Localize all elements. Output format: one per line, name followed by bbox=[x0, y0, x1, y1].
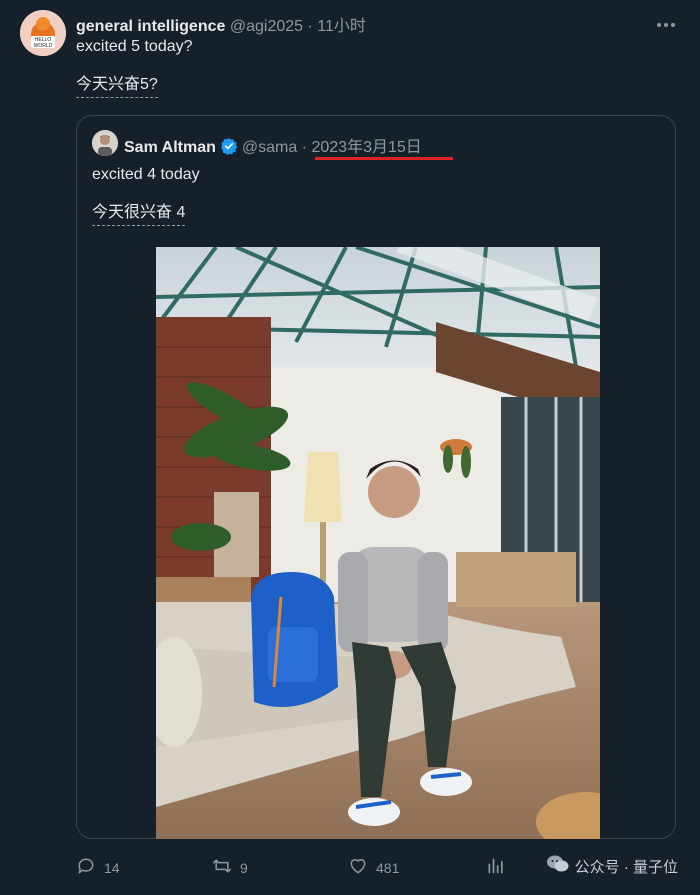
author-avatar[interactable]: HELLO WORLD bbox=[20, 10, 66, 56]
retweet-button[interactable]: 9 bbox=[212, 856, 248, 879]
like-count: 481 bbox=[376, 859, 400, 876]
quote-author-name[interactable]: Sam Altman bbox=[124, 139, 216, 156]
separator-dot: · bbox=[307, 18, 313, 35]
tweet-text: excited 5 today? bbox=[76, 38, 193, 55]
author-handle[interactable]: @agi2025 bbox=[230, 18, 303, 35]
quote-header: Sam Altman @sama · 2023年3月15日 bbox=[124, 133, 422, 160]
svg-text:WORLD: WORLD bbox=[34, 43, 53, 49]
watermark-text: 公众号 · 量子位 bbox=[574, 858, 678, 876]
analytics-button[interactable] bbox=[486, 856, 506, 879]
quote-date[interactable]: 2023年3月15日 bbox=[311, 139, 421, 156]
more-icon[interactable] bbox=[656, 12, 676, 33]
retweet-icon bbox=[212, 856, 232, 879]
action-bar: 14 9 481 公众号 · 量子位 bbox=[0, 850, 700, 884]
quote-text: excited 4 today bbox=[92, 166, 200, 183]
like-button[interactable]: 481 bbox=[348, 856, 399, 879]
watermark: 公众号 · 量子位 bbox=[546, 854, 678, 878]
quote-author-handle[interactable]: @sama bbox=[242, 139, 297, 156]
verified-badge-icon bbox=[220, 137, 238, 160]
tweet-header: general intelligence @agi2025 · 11小时 bbox=[76, 12, 366, 36]
quoted-tweet[interactable]: Sam Altman @sama · 2023年3月15日 excited 4 t… bbox=[76, 115, 676, 839]
author-name[interactable]: general intelligence bbox=[76, 18, 225, 35]
tweet-time[interactable]: 11小时 bbox=[317, 18, 366, 35]
quote-separator-dot: · bbox=[301, 139, 308, 156]
quote-translation[interactable]: 今天很兴奋 4 bbox=[92, 198, 186, 226]
retweet-count: 9 bbox=[240, 859, 248, 876]
analytics-icon bbox=[486, 856, 506, 879]
reply-count: 14 bbox=[104, 859, 120, 876]
wechat-icon bbox=[546, 854, 569, 878]
quote-author-avatar[interactable] bbox=[92, 130, 118, 156]
like-icon bbox=[348, 856, 368, 879]
reply-button[interactable]: 14 bbox=[76, 856, 120, 879]
quote-photo[interactable] bbox=[156, 247, 600, 839]
tweet-translation[interactable]: 今天兴奋5? bbox=[76, 70, 158, 98]
date-highlight-underline bbox=[315, 157, 453, 160]
reply-icon bbox=[76, 856, 96, 879]
